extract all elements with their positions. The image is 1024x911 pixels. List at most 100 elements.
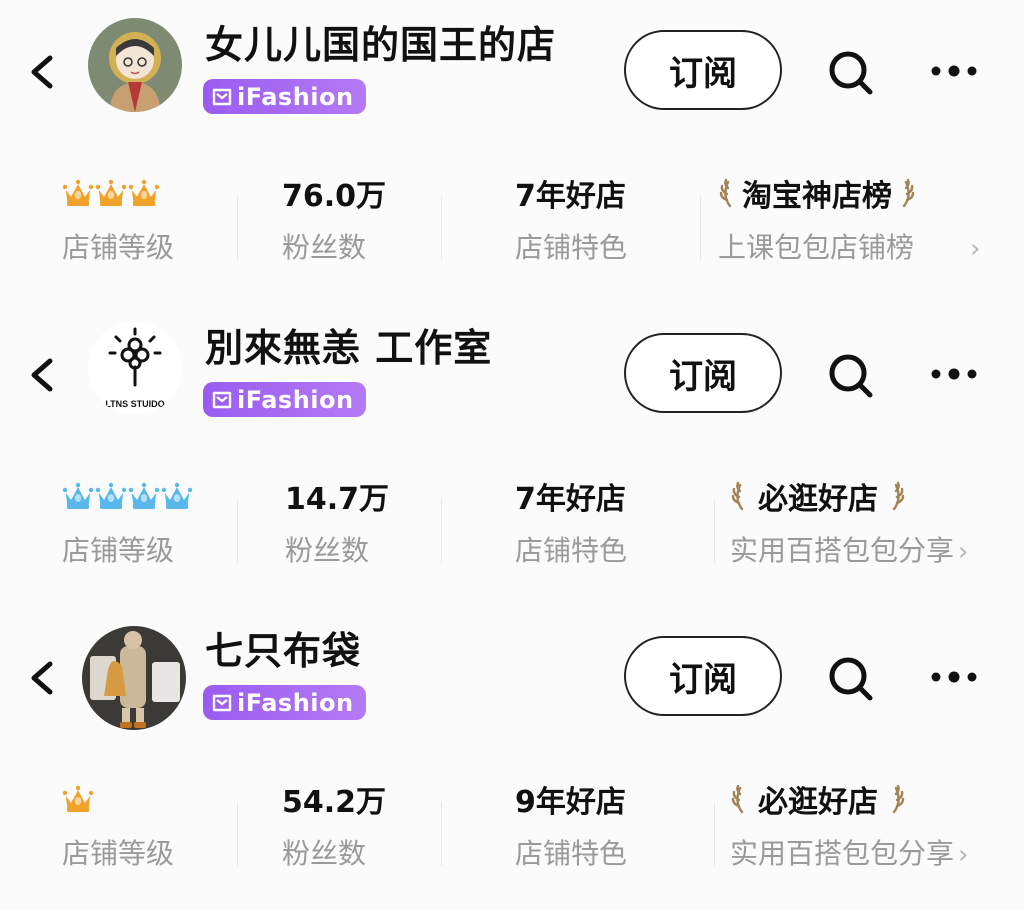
- studio-flower-logo-icon: LTNS STUIDO: [88, 321, 182, 415]
- laurel-left-icon: [731, 481, 744, 511]
- shop-ranking[interactable]: 必逛好店 实用百搭包包分享 ›: [730, 471, 968, 569]
- chevron-right-icon: ›: [970, 234, 981, 264]
- divider: [441, 802, 442, 866]
- ranking-title: 淘宝神店榜: [742, 179, 892, 214]
- crown-icon: [128, 482, 160, 509]
- laurel-right-icon: [902, 178, 915, 208]
- crown-icon: [62, 785, 94, 812]
- back-arrow-icon[interactable]: [22, 656, 66, 700]
- shop-ranking[interactable]: 必逛好店 实用百搭包包分享 ›: [730, 774, 968, 872]
- fans-value: 14.7万: [285, 482, 390, 517]
- avatar-text: LTNS STUIDO: [105, 399, 164, 409]
- divider: [237, 196, 238, 260]
- search-icon[interactable]: [826, 351, 876, 401]
- badge-label: iFashion: [237, 82, 354, 111]
- ranking-title: 必逛好店: [758, 482, 878, 517]
- divider: [700, 196, 701, 260]
- divider: [441, 196, 442, 260]
- crown-icon: [62, 482, 94, 509]
- shop-name: 七只布袋: [205, 629, 362, 673]
- crown-icon: [128, 179, 160, 206]
- crown-icon: [95, 482, 127, 509]
- fans-label: 粉丝数: [282, 837, 367, 870]
- more-options-icon[interactable]: [928, 662, 980, 692]
- shop-level[interactable]: 店铺等级: [62, 774, 174, 872]
- ifashion-logo-icon: [212, 694, 232, 711]
- ranking-subtitle: 上课包包店铺榜: [718, 231, 915, 264]
- ranking-subtitle: 实用百搭包包分享: [730, 837, 955, 870]
- feature-label: 店铺特色: [515, 837, 628, 870]
- divider: [714, 499, 715, 563]
- laurel-right-icon: [892, 481, 905, 511]
- shop-feature[interactable]: 7年好店 店铺特色: [515, 168, 627, 266]
- laurel-left-icon: [719, 178, 732, 208]
- shop-card: 女儿儿国的国王的店 iFashion 订阅 店铺等级 76.0万 粉丝数 7年好…: [0, 0, 1024, 303]
- feature-value: 9年好店: [515, 785, 626, 820]
- illustrated-girl-avatar-icon: [88, 18, 182, 112]
- search-icon[interactable]: [826, 48, 876, 98]
- shop-avatar[interactable]: LTNS STUIDO: [88, 321, 182, 415]
- divider: [237, 802, 238, 866]
- badge-label: iFashion: [237, 385, 354, 414]
- feature-label: 店铺特色: [515, 534, 628, 567]
- shop-avatar[interactable]: [88, 18, 182, 112]
- laurel-left-icon: [731, 784, 744, 814]
- ranking-title: 必逛好店: [758, 785, 878, 820]
- subscribe-button[interactable]: 订阅: [624, 30, 782, 110]
- fans-label: 粉丝数: [285, 534, 370, 567]
- laurel-right-icon: [892, 784, 905, 814]
- shop-level[interactable]: 店铺等级: [62, 471, 194, 569]
- ifashion-badge: iFashion: [203, 685, 366, 720]
- shop-name: 別來無恙 工作室: [205, 326, 493, 370]
- subscribe-button[interactable]: 订阅: [624, 636, 782, 716]
- ranking-subtitle-row: 实用百搭包包分享 ›: [730, 832, 968, 872]
- more-options-icon[interactable]: [928, 56, 980, 86]
- back-arrow-icon[interactable]: [22, 50, 66, 94]
- level-label: 店铺等级: [62, 231, 175, 264]
- back-arrow-icon[interactable]: [22, 353, 66, 397]
- search-icon[interactable]: [826, 654, 876, 704]
- badge-label: iFashion: [237, 688, 354, 717]
- feature-value: 7年好店: [515, 482, 626, 517]
- crown-icon: [161, 482, 193, 509]
- more-options-icon[interactable]: [928, 359, 980, 389]
- divider: [714, 802, 715, 866]
- ranking-title-row: 必逛好店: [730, 774, 968, 824]
- shop-card: 七只布袋 iFashion 订阅 店铺等级 54.2万 粉丝数 9年好店 店铺特…: [0, 606, 1024, 909]
- ranking-title-row: 淘宝神店榜: [718, 168, 980, 218]
- divider: [441, 499, 442, 563]
- chevron-right-icon: ›: [958, 537, 969, 567]
- shop-feature[interactable]: 7年好店 店铺特色: [515, 471, 627, 569]
- person-with-bag-photo-icon: [82, 626, 186, 730]
- feature-value: 7年好店: [515, 179, 626, 214]
- ifashion-logo-icon: [212, 391, 232, 408]
- subscribe-button[interactable]: 订阅: [624, 333, 782, 413]
- fans-value: 76.0万: [282, 179, 387, 214]
- crown-icon: [62, 179, 94, 206]
- shop-level[interactable]: 店铺等级: [62, 168, 174, 266]
- shop-feature[interactable]: 9年好店 店铺特色: [515, 774, 627, 872]
- feature-label: 店铺特色: [515, 231, 628, 264]
- chevron-right-icon: ›: [958, 840, 969, 870]
- shop-fans[interactable]: 54.2万 粉丝数: [282, 774, 386, 872]
- divider: [237, 499, 238, 563]
- ranking-subtitle-row: 实用百搭包包分享 ›: [730, 529, 968, 569]
- shop-fans[interactable]: 14.7万 粉丝数: [285, 471, 389, 569]
- ranking-subtitle: 实用百搭包包分享: [730, 534, 955, 567]
- crown-row: [62, 471, 194, 521]
- ifashion-badge: iFashion: [203, 79, 366, 114]
- ifashion-logo-icon: [212, 88, 232, 105]
- ranking-subtitle-row: 上课包包店铺榜 ›: [718, 226, 980, 266]
- level-label: 店铺等级: [62, 534, 175, 567]
- fans-label: 粉丝数: [282, 231, 367, 264]
- shop-avatar[interactable]: [82, 626, 186, 730]
- shop-fans[interactable]: 76.0万 粉丝数: [282, 168, 386, 266]
- fans-value: 54.2万: [282, 785, 387, 820]
- crown-row: [62, 168, 174, 218]
- shop-card: LTNS STUIDO 別來無恙 工作室 iFashion 订阅 店铺等级 14…: [0, 303, 1024, 606]
- ranking-title-row: 必逛好店: [730, 471, 968, 521]
- shop-ranking[interactable]: 淘宝神店榜 上课包包店铺榜 ›: [718, 168, 980, 266]
- shop-name: 女儿儿国的国王的店: [205, 23, 557, 67]
- ifashion-badge: iFashion: [203, 382, 366, 417]
- level-label: 店铺等级: [62, 837, 175, 870]
